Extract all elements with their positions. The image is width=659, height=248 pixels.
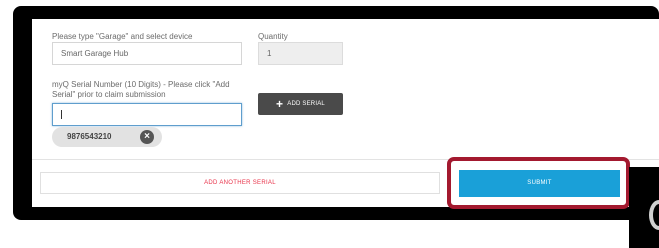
quantity-label: Quantity: [258, 32, 288, 41]
add-serial-button[interactable]: + ADD SERIAL: [258, 93, 343, 115]
serial-chip-value: 9876543210: [67, 132, 112, 141]
serial-label: myQ Serial Number (10 Digits) - Please c…: [52, 80, 230, 99]
submit-highlight-box: [447, 157, 630, 209]
quantity-field[interactable]: 1: [258, 42, 343, 65]
close-icon[interactable]: ×: [140, 130, 154, 144]
serial-chip: 9876543210 ×: [52, 127, 162, 147]
plus-icon: +: [276, 97, 284, 111]
text-caret: [61, 110, 62, 120]
device-field[interactable]: Smart Garage Hub: [52, 42, 242, 65]
device-label: Please type "Garage" and select device: [52, 32, 193, 41]
add-another-serial-button[interactable]: ADD ANOTHER SERIAL: [40, 172, 440, 194]
add-serial-label: ADD SERIAL: [287, 101, 325, 107]
serial-input[interactable]: [52, 103, 242, 126]
